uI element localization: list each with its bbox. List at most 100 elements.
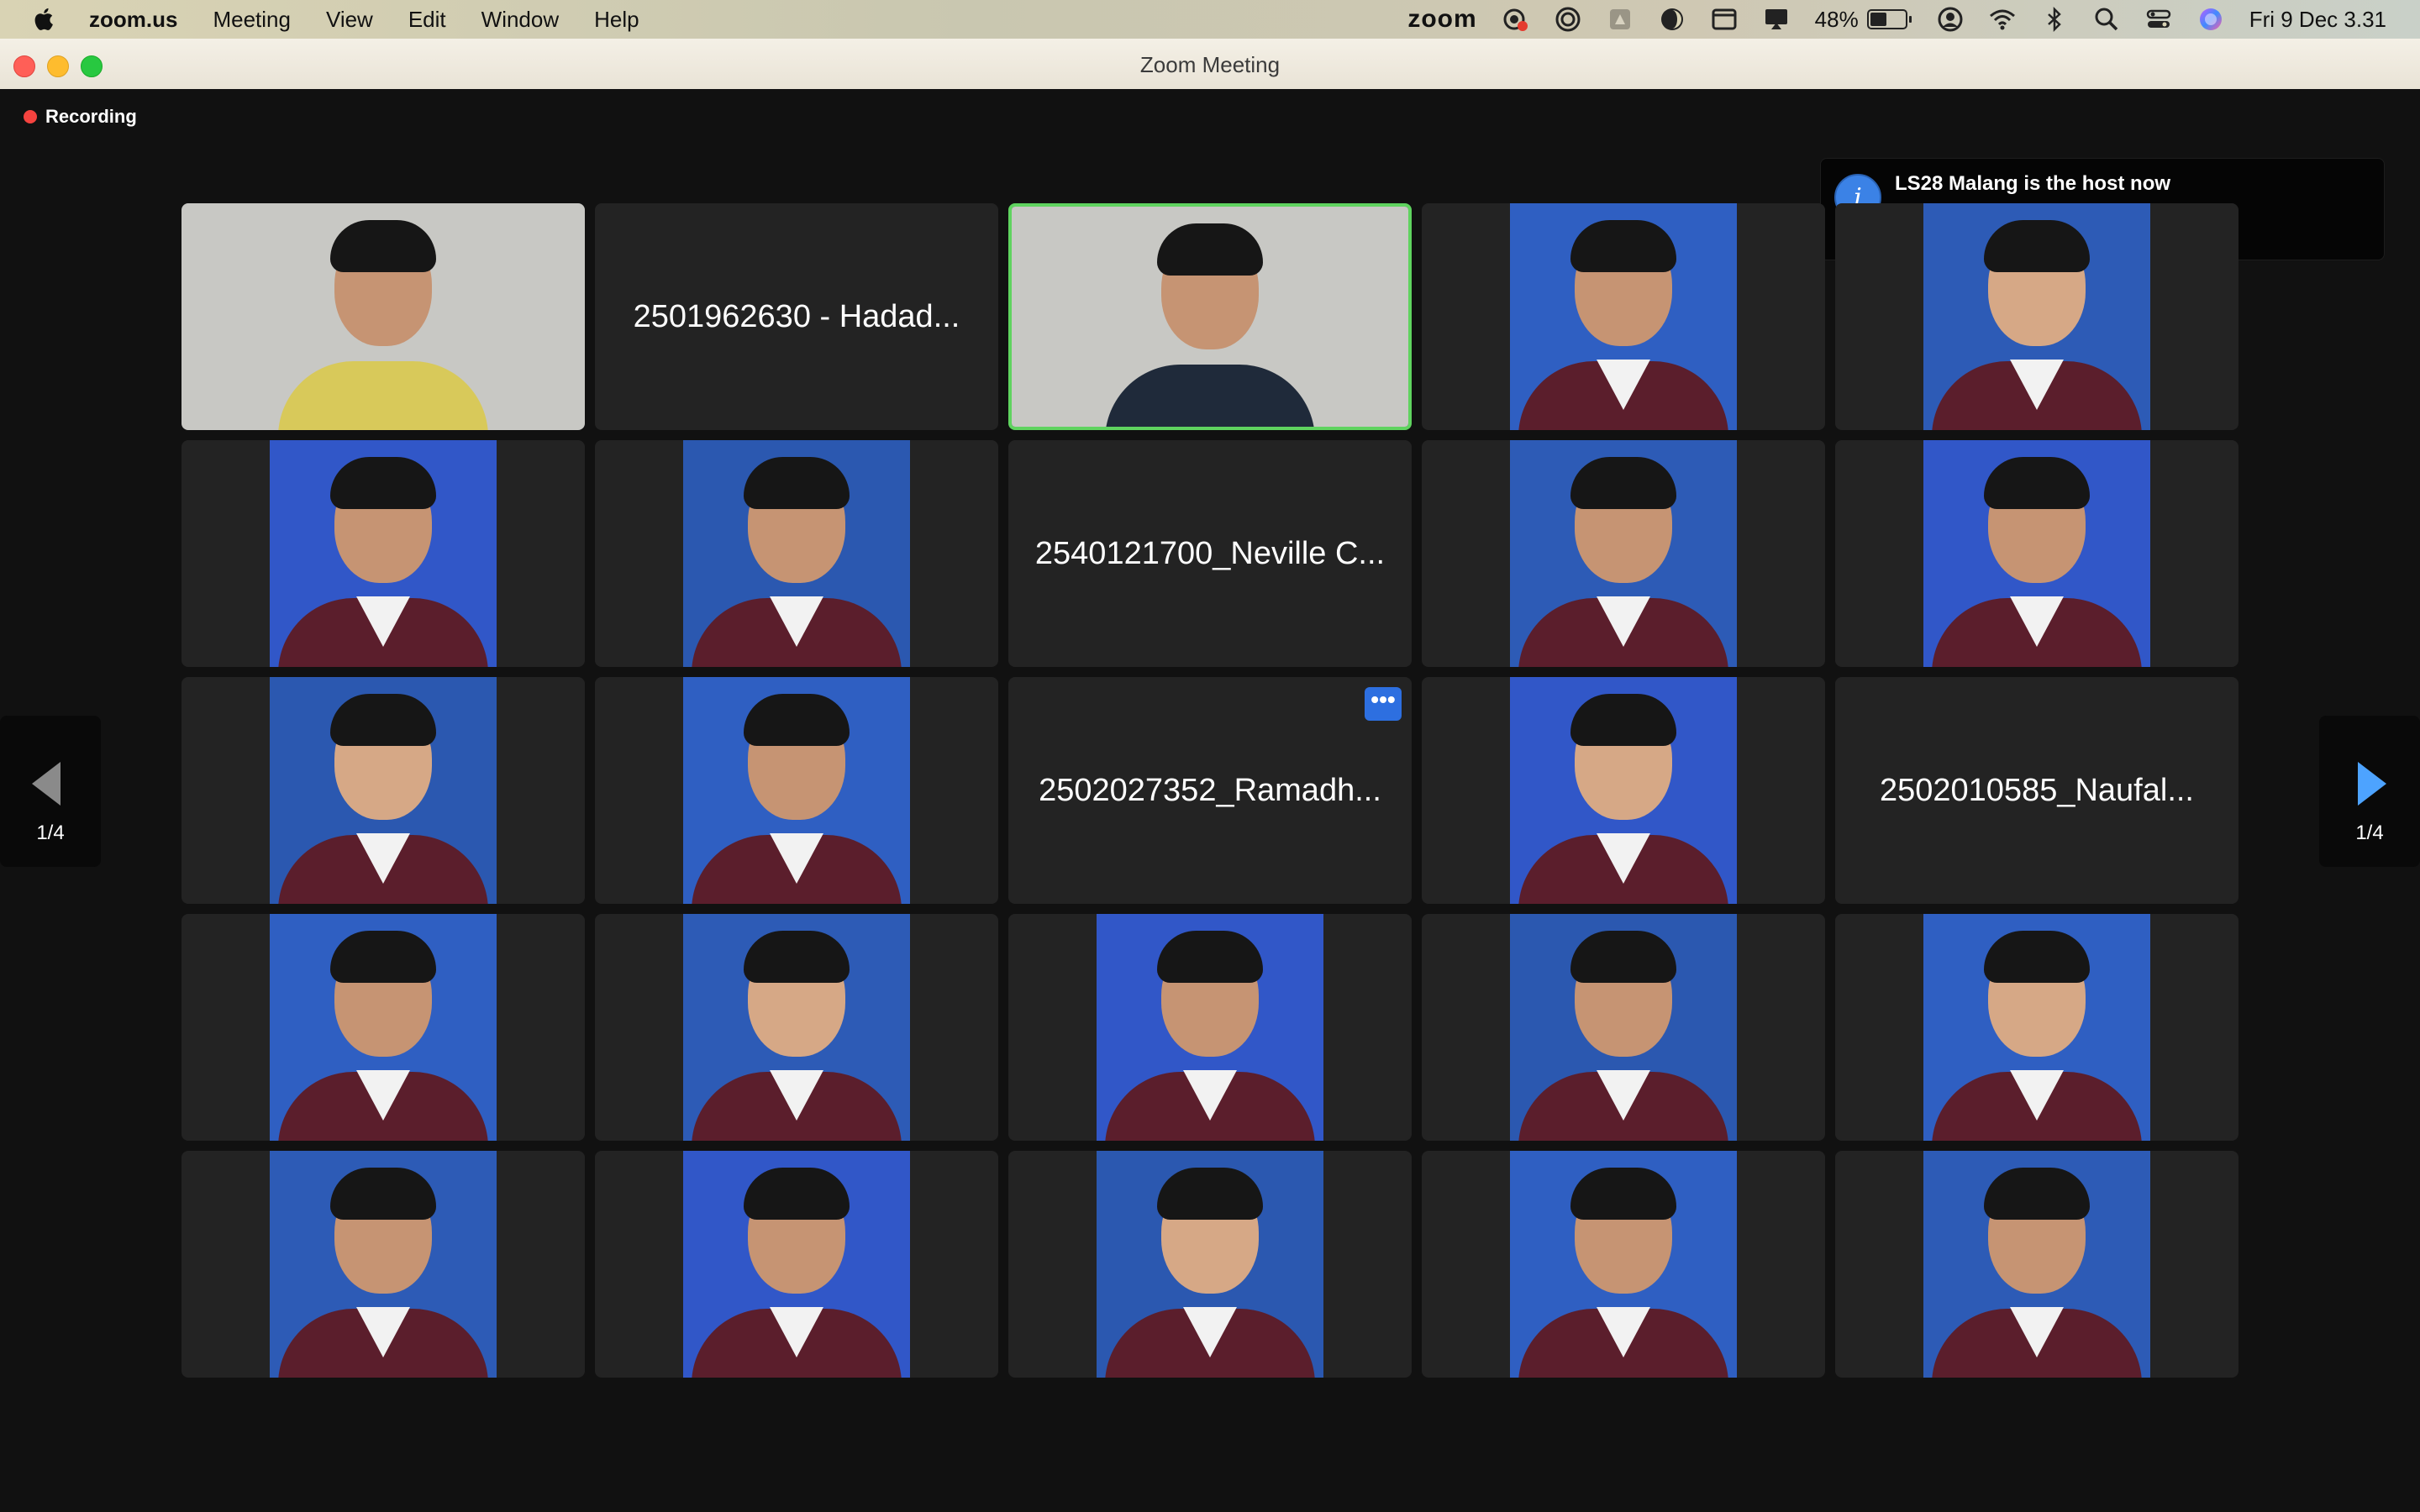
recording-label: Recording	[45, 106, 137, 127]
participant-photo	[270, 1151, 497, 1378]
participant-photo	[270, 440, 497, 667]
participant-tile[interactable]	[1008, 203, 1412, 430]
apple-icon[interactable]	[30, 5, 59, 34]
participant-photo	[1923, 203, 2150, 430]
window-title: Zoom Meeting	[1139, 52, 1281, 77]
page-indicator-left: 1/4	[36, 822, 65, 844]
menu-meeting[interactable]: Meeting	[213, 7, 291, 33]
participant-photo	[1510, 203, 1737, 430]
participant-photo	[270, 914, 497, 1141]
participant-tile[interactable]	[182, 914, 585, 1141]
participant-tile[interactable]	[1835, 440, 2238, 667]
app-icon[interactable]	[1607, 6, 1634, 33]
participant-hair	[1157, 223, 1263, 276]
participant-tile[interactable]	[1422, 1151, 1825, 1378]
arrow-left-icon	[32, 762, 60, 806]
battery-indicator[interactable]: 48%	[1815, 7, 1912, 33]
search-icon[interactable]	[2093, 6, 2120, 33]
participant-hair	[1157, 1168, 1263, 1220]
participant-photo	[1510, 677, 1737, 904]
participant-hair	[330, 457, 436, 509]
siri-icon[interactable]	[2197, 6, 2224, 33]
participant-photo	[1923, 914, 2150, 1141]
next-page-button[interactable]: 1/4	[2319, 716, 2420, 867]
window-icon[interactable]	[1711, 6, 1738, 33]
previous-page-button[interactable]: 1/4	[0, 716, 101, 867]
participant-photo	[1923, 440, 2150, 667]
bluetooth-icon[interactable]	[2041, 6, 2068, 33]
participant-tile[interactable]	[595, 677, 998, 904]
participant-tile[interactable]	[182, 677, 585, 904]
participant-tile[interactable]: 2502010585_Naufal...	[1835, 677, 2238, 904]
participant-tile[interactable]	[1422, 677, 1825, 904]
airplay-icon[interactable]	[1763, 6, 1790, 33]
participant-body	[1105, 365, 1315, 427]
menu-window[interactable]: Window	[481, 7, 559, 33]
participant-tile[interactable]: 2540121700_Neville C...	[1008, 440, 1412, 667]
menu-help[interactable]: Help	[594, 7, 639, 33]
control-center-icon[interactable]	[2145, 6, 2172, 33]
participant-tile[interactable]	[595, 1151, 998, 1378]
participant-photo	[1097, 1151, 1323, 1378]
participant-video	[182, 203, 585, 430]
participant-hair	[1570, 1168, 1676, 1220]
participant-hair	[744, 1168, 850, 1220]
wifi-icon[interactable]	[1989, 6, 2016, 33]
participant-photo	[683, 440, 910, 667]
participant-tile[interactable]: 2502027352_Ramadh... •••	[1008, 677, 1412, 904]
battery-icon	[1866, 9, 1907, 29]
participant-tile[interactable]	[182, 203, 585, 430]
participant-photo	[1923, 1151, 2150, 1378]
zoom-status-logo[interactable]: zoom	[1407, 5, 1476, 34]
participant-hair	[330, 931, 436, 983]
menu-edit[interactable]: Edit	[408, 7, 446, 33]
participant-hair	[1570, 457, 1676, 509]
participant-hair	[1157, 931, 1263, 983]
participant-tile[interactable]	[595, 914, 998, 1141]
participant-hair	[744, 457, 850, 509]
participant-photo	[1510, 914, 1737, 1141]
user-account-icon[interactable]	[1937, 6, 1964, 33]
menu-bar: zoom.us Meeting View Edit Window Help zo…	[0, 0, 2420, 39]
battery-fill	[1870, 13, 1886, 26]
recording-dot-icon	[24, 110, 37, 123]
participant-photo	[270, 677, 497, 904]
app-menu[interactable]: zoom.us	[89, 7, 177, 33]
participant-body	[278, 361, 488, 430]
participant-hair	[1570, 694, 1676, 746]
participant-tile[interactable]: 2501962630 - Hadad...	[595, 203, 998, 430]
menu-view[interactable]: View	[326, 7, 373, 33]
participant-tile[interactable]	[182, 1151, 585, 1378]
recording-indicator[interactable]: Recording	[24, 106, 137, 128]
participant-tile[interactable]	[1422, 440, 1825, 667]
participant-photo	[683, 914, 910, 1141]
participant-name: 2540121700_Neville C...	[1034, 535, 1386, 571]
participant-tile[interactable]	[1835, 914, 2238, 1141]
participant-tile[interactable]	[1422, 203, 1825, 430]
participant-hair	[744, 694, 850, 746]
participant-tile[interactable]	[182, 440, 585, 667]
participant-hair	[1570, 220, 1676, 272]
night-icon[interactable]	[1659, 6, 1686, 33]
participant-video	[1012, 207, 1408, 427]
participant-tile[interactable]	[1422, 914, 1825, 1141]
participant-hair	[1984, 220, 2090, 272]
participant-photo	[1097, 914, 1323, 1141]
more-options-icon[interactable]: •••	[1365, 687, 1402, 721]
menubar-clock[interactable]: Fri 9 Dec 3.31	[2249, 7, 2386, 33]
page-indicator-right: 1/4	[2355, 822, 2384, 844]
focus-icon[interactable]	[1555, 6, 1581, 33]
gallery-grid: 2501962630 - Hadad... 2540121700_Neville …	[182, 203, 2238, 1378]
participant-tile[interactable]	[1835, 1151, 2238, 1378]
participant-hair	[1984, 457, 2090, 509]
participant-tile[interactable]	[1008, 914, 1412, 1141]
battery-percent: 48%	[1814, 6, 1859, 32]
participant-hair	[330, 1168, 436, 1220]
screen-recorder-icon[interactable]	[1502, 6, 1529, 33]
meeting-area: Recording i LS28 Malang is the host now …	[0, 89, 2420, 1512]
participant-tile[interactable]	[595, 440, 998, 667]
participant-tile[interactable]	[1008, 1151, 1412, 1378]
participant-hair	[1570, 931, 1676, 983]
participant-name: 2502027352_Ramadh...	[1039, 772, 1381, 808]
participant-tile[interactable]	[1835, 203, 2238, 430]
